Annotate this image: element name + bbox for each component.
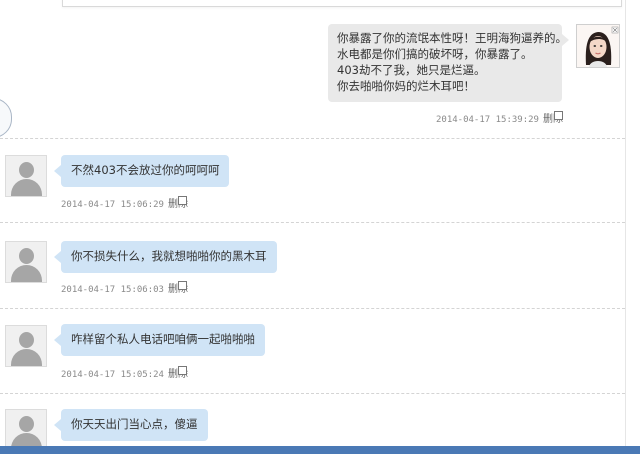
message-meta: 2014-04-17 15:05:24删除 xyxy=(61,365,188,380)
message-bubble-outgoing: 你暴露了你的流氓本性呀！王明海狗逼养的。 水电都是你们搞的破坏呀，你暴露了。 4… xyxy=(328,24,569,102)
avatar[interactable] xyxy=(5,409,47,451)
message-separator xyxy=(0,222,625,223)
select-checkbox[interactable] xyxy=(178,281,187,290)
avatar[interactable] xyxy=(5,155,47,197)
side-panel-tab[interactable] xyxy=(0,98,12,138)
message-meta: 2014-04-17 15:06:29删除 xyxy=(61,195,188,210)
message-line: 你暴露了你的流氓本性呀！王明海狗逼养的。 xyxy=(337,31,567,45)
message-line: 水电都是你们搞的破坏呀，你暴露了。 xyxy=(337,47,533,61)
avatar[interactable] xyxy=(576,24,620,68)
message-timestamp: 2014-04-17 15:06:03 xyxy=(61,285,164,295)
message-timestamp: 2014-04-17 15:06:29 xyxy=(61,200,164,210)
message-timestamp: 2014-04-17 15:05:24 xyxy=(61,370,164,380)
message-meta: 2014-04-17 15:39:29 删除 xyxy=(436,110,563,125)
bottom-toolbar xyxy=(0,446,640,454)
avatar[interactable] xyxy=(5,241,47,283)
message-bubble-incoming: 不然403不会放过你的呵呵呵 xyxy=(53,155,230,187)
message-line: 403劫不了我，她只是烂逼。 xyxy=(337,63,486,77)
select-checkbox[interactable] xyxy=(554,111,563,120)
message-bubble-incoming: 你不损失什么，我就想啪啪你的黑木耳 xyxy=(54,241,277,273)
message-meta: 2014-04-17 15:06:03删除 xyxy=(61,280,188,295)
message-timestamp: 2014-04-17 15:39:29 xyxy=(436,115,539,125)
message-bubble-incoming: 咋样留个私人电话吧咱俩一起啪啪啪 xyxy=(54,324,265,356)
select-checkbox[interactable] xyxy=(178,196,187,205)
message-bubble-incoming: 你天天出门当心点，傻逼 xyxy=(54,409,208,441)
previous-message-box xyxy=(62,0,622,7)
select-checkbox[interactable] xyxy=(178,366,187,375)
right-divider xyxy=(625,0,626,454)
message-line: 你去啪啪你妈的烂木耳吧！ xyxy=(337,79,475,93)
message-separator xyxy=(0,138,625,139)
message-separator xyxy=(0,393,625,394)
avatar[interactable] xyxy=(5,325,47,367)
user-photo-icon xyxy=(577,25,619,67)
message-separator xyxy=(0,308,625,309)
